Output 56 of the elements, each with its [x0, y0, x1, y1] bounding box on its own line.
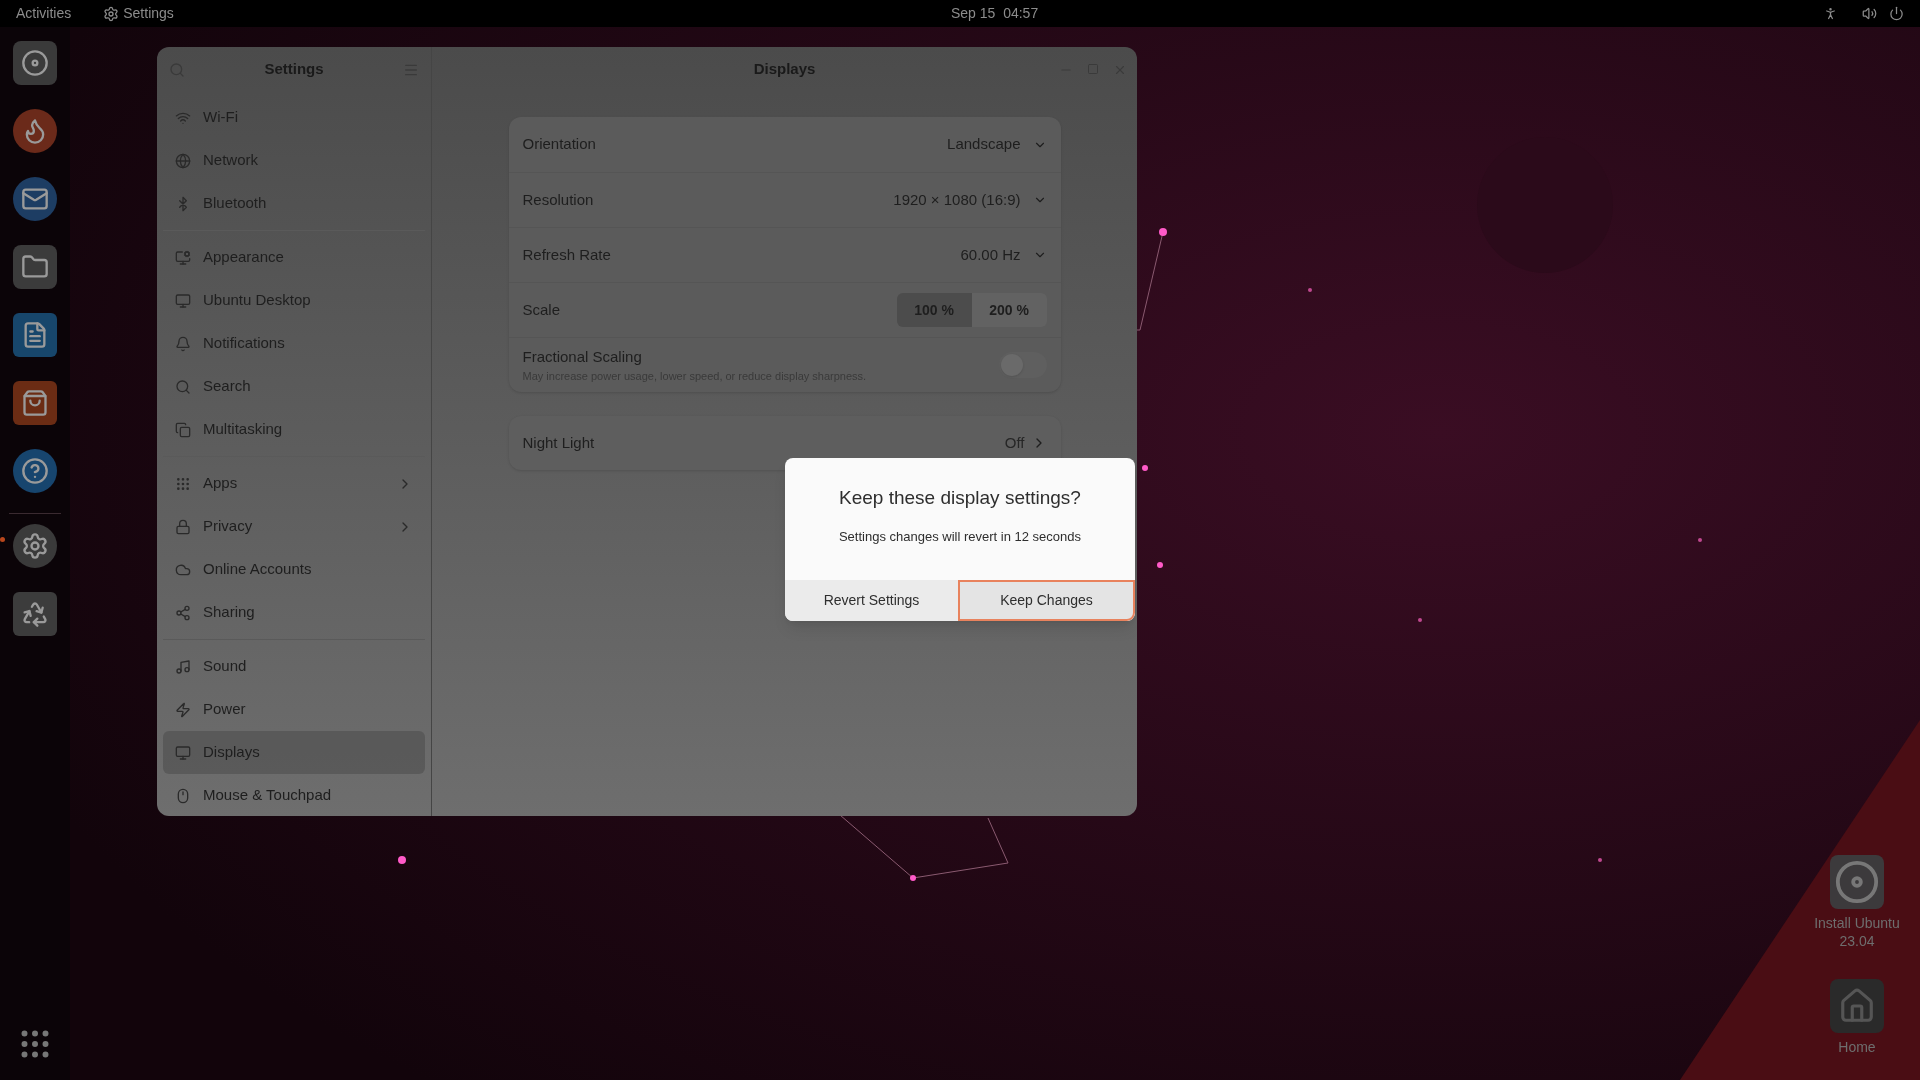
- dialog-button[interactable]: Keep Changes: [958, 580, 1135, 621]
- sidebar-item[interactable]: Sound: [163, 645, 425, 688]
- volume-icon[interactable]: [1862, 6, 1877, 21]
- windows-icon: [175, 421, 191, 438]
- lightning-icon: [175, 701, 191, 718]
- sidebar-item[interactable]: Notifications: [163, 322, 425, 365]
- row-label: Refresh Rate: [522, 244, 612, 265]
- search-icon: [175, 378, 191, 395]
- document-icon[interactable]: [13, 313, 57, 357]
- desktop-icon-label[interactable]: Home: [1838, 1039, 1876, 1057]
- sidebar-item[interactable]: Privacy: [163, 505, 425, 548]
- dialog-title: Keep these display settings?: [839, 486, 1081, 510]
- accessibility-icon[interactable]: [1823, 6, 1838, 21]
- sidebar-item[interactable]: Displays: [163, 731, 425, 774]
- row-label: Fractional Scaling: [522, 346, 643, 367]
- monitor-icon: [175, 292, 191, 309]
- music-note-icon: [175, 658, 191, 675]
- help-icon[interactable]: [13, 449, 57, 493]
- sidebar-item[interactable]: Appearance: [163, 236, 425, 279]
- lock-icon: [175, 518, 191, 535]
- row-label: Resolution: [522, 189, 595, 210]
- desktop-icon-label[interactable]: Install Ubuntu 23.04: [1802, 915, 1912, 950]
- sidebar-item[interactable]: Apps: [163, 462, 425, 505]
- mail-icon[interactable]: [13, 177, 57, 221]
- sidebar-item[interactable]: Ubuntu Desktop: [163, 279, 425, 322]
- app-menu[interactable]: Settings: [103, 3, 174, 24]
- gear-icon: [103, 5, 120, 22]
- sidebar-item[interactable]: Power: [163, 688, 425, 731]
- dropdown[interactable]: Landscape: [947, 133, 1047, 156]
- sidebar-item[interactable]: Multitasking: [163, 408, 425, 451]
- power-icon[interactable]: [1889, 6, 1904, 21]
- sidebar-item[interactable]: Sharing: [163, 591, 425, 634]
- row-label: Orientation: [522, 134, 597, 155]
- monitor-brush-icon: [175, 249, 191, 266]
- sidebar-item[interactable]: Online Accounts: [163, 548, 425, 591]
- dropdown[interactable]: 1920 × 1080 (16:9): [893, 188, 1047, 212]
- dialog-button[interactable]: Revert Settings: [785, 580, 958, 621]
- globe-icon: [175, 152, 191, 169]
- flame-icon[interactable]: [13, 109, 57, 153]
- bag-icon[interactable]: [13, 381, 57, 425]
- dropdown[interactable]: 60.00 Hz: [960, 243, 1047, 267]
- sidebar-item[interactable]: Search: [163, 365, 425, 408]
- monitor-icon: [175, 744, 191, 761]
- scale-option[interactable]: 200 %: [971, 293, 1047, 327]
- share-icon: [175, 604, 191, 621]
- gear-icon[interactable]: [13, 524, 57, 568]
- folder-icon[interactable]: [13, 245, 57, 289]
- row-label: Scale: [522, 299, 562, 320]
- activities-button[interactable]: Activities: [16, 3, 72, 24]
- sidebar-item[interactable]: Mouse & Touchpad: [163, 774, 425, 816]
- clock[interactable]: Sep 15 04:57: [951, 3, 1039, 24]
- recycle-icon[interactable]: [13, 592, 57, 636]
- mouse-icon: [175, 787, 191, 804]
- bell-icon: [175, 335, 191, 352]
- dialog-message: Settings changes will revert in 12 seconds: [838, 527, 1082, 546]
- grid-icon: [175, 475, 191, 492]
